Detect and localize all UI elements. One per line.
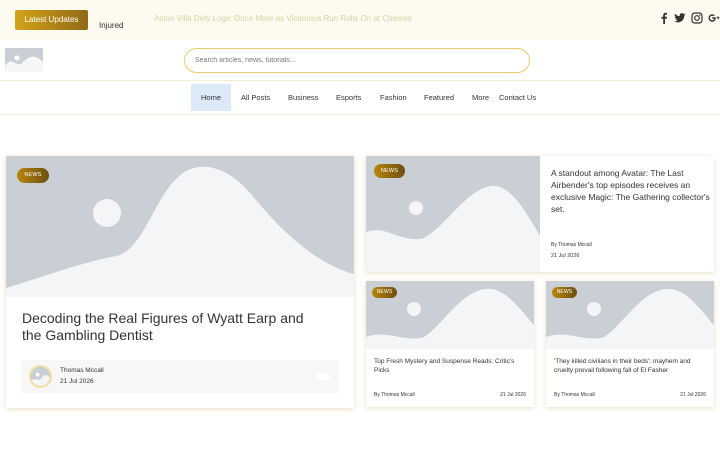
article-date: 21 Jul 2026 — [680, 392, 706, 398]
instagram-icon[interactable] — [691, 12, 703, 26]
avatar[interactable] — [29, 365, 52, 388]
featured-article-card[interactable]: NEWS Decoding the Real Figures of Wyatt … — [6, 156, 354, 408]
article-author[interactable]: By Thomas Mccall — [554, 392, 595, 398]
author-box: Thomas Mccall 21 Jul 2026 — [22, 360, 338, 393]
article-title[interactable]: Top Fresh Mystery and Suspense Reads: Cr… — [374, 357, 529, 375]
article-author[interactable]: By Thomas Mccall — [551, 242, 592, 248]
article-date: 21 Jul 2026 — [500, 392, 526, 398]
latest-updates-badge: Latest Updates — [15, 10, 88, 30]
author-name[interactable]: Thomas Mccall — [60, 367, 104, 374]
site-logo[interactable] — [5, 48, 43, 72]
nav-contact-us[interactable]: Contact Us — [499, 84, 536, 111]
featured-article-title[interactable]: Decoding the Real Figures of Wyatt Earp … — [22, 310, 322, 344]
ticker-label: Injured — [99, 21, 124, 30]
nav-more[interactable]: More — [472, 84, 489, 111]
article-title[interactable]: 'They killed civilians in their beds': m… — [554, 357, 709, 375]
article-date: 21 Jul 2026 — [551, 253, 580, 259]
article-card[interactable]: NEWS Top Fresh Mystery and Suspense Read… — [366, 281, 534, 407]
nav-all-posts[interactable]: All Posts — [241, 84, 270, 111]
ticker-headline[interactable]: Aston Villa Defy Logic Once More as Vict… — [154, 14, 412, 23]
facebook-icon[interactable] — [658, 12, 670, 26]
site-header — [0, 40, 720, 81]
google-plus-icon[interactable] — [708, 12, 720, 26]
news-tag[interactable]: NEWS — [17, 168, 49, 183]
featured-article-image — [6, 156, 354, 297]
twitter-icon[interactable] — [674, 12, 686, 26]
nav-home[interactable]: Home — [191, 84, 231, 111]
news-tag[interactable]: NEWS — [374, 164, 405, 178]
article-author[interactable]: By Thomas Mccall — [374, 392, 415, 398]
nav-featured[interactable]: Featured — [424, 84, 454, 111]
nav-business[interactable]: Business — [288, 84, 318, 111]
article-card[interactable]: NEWS 'They killed civilians in their bed… — [546, 281, 714, 407]
nav-esports[interactable]: Esports — [336, 84, 361, 111]
article-title[interactable]: A standout among Avatar: The Last Airben… — [551, 167, 711, 215]
search-input[interactable] — [184, 48, 530, 73]
post-date: 21 Jul 2026 — [60, 378, 94, 385]
top-bar: Latest Updates Injured Aston Villa Defy … — [0, 0, 720, 40]
share-toggle[interactable] — [316, 373, 330, 380]
article-card[interactable]: NEWS A standout among Avatar: The Last A… — [366, 156, 714, 272]
nav-fashion[interactable]: Fashion — [380, 84, 407, 111]
news-tag[interactable]: NEWS — [372, 287, 397, 298]
news-tag[interactable]: NEWS — [552, 287, 577, 298]
main-nav: Home All Posts Business Esports Fashion … — [0, 81, 720, 115]
